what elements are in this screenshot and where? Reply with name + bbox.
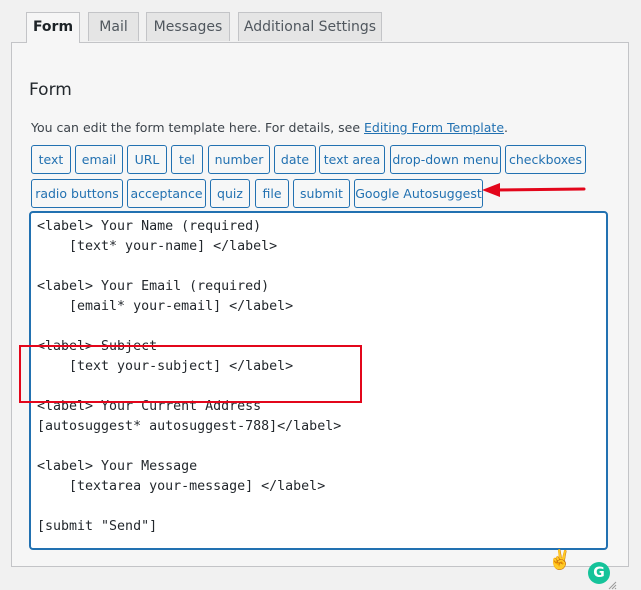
editing-form-template-link[interactable]: Editing Form Template <box>364 120 504 135</box>
tag-button-file[interactable]: file <box>255 179 289 208</box>
tag-button-google-autosuggest[interactable]: Google Autosuggest <box>354 179 483 208</box>
victory-hand-emoji-icon[interactable]: ✌️ <box>548 548 572 571</box>
tag-button-quiz[interactable]: quiz <box>210 179 250 208</box>
tag-button-checkboxes[interactable]: checkboxes <box>505 145 586 174</box>
panel-title: Form <box>29 80 72 100</box>
tab-form[interactable]: Form <box>26 12 80 43</box>
tag-button-number[interactable]: number <box>208 145 270 174</box>
tag-button-date[interactable]: date <box>274 145 316 174</box>
tab-mail[interactable]: Mail <box>88 12 139 41</box>
panel-description: You can edit the form template here. For… <box>31 120 508 135</box>
tag-button-url[interactable]: URL <box>127 145 167 174</box>
tag-button-submit[interactable]: submit <box>293 179 350 208</box>
tag-button-radio-buttons[interactable]: radio buttons <box>31 179 123 208</box>
tab-additional-settings[interactable]: Additional Settings <box>238 12 382 41</box>
resize-handle-icon[interactable] <box>608 581 617 590</box>
tag-button-tel[interactable]: tel <box>171 145 203 174</box>
tag-button-drop-down-menu[interactable]: drop-down menu <box>390 145 501 174</box>
tag-button-text-area[interactable]: text area <box>319 145 385 174</box>
tag-button-text[interactable]: text <box>31 145 71 174</box>
tag-button-acceptance[interactable]: acceptance <box>127 179 206 208</box>
tab-messages[interactable]: Messages <box>146 12 230 41</box>
highlight-box-current-address <box>19 345 362 403</box>
description-suffix: . <box>504 120 509 135</box>
tag-button-email[interactable]: email <box>75 145 123 174</box>
description-text: You can edit the form template here. For… <box>31 120 365 135</box>
grammarly-icon[interactable]: G <box>588 562 610 584</box>
form-panel: Form You can edit the form template here… <box>11 42 629 590</box>
red-arrow-icon <box>482 183 586 197</box>
